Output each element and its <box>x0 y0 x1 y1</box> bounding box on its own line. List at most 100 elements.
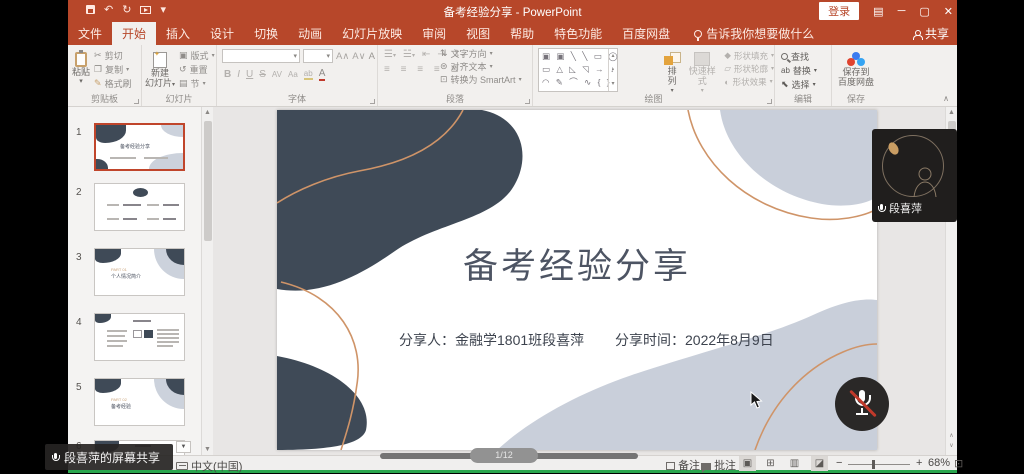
zoom-in-button[interactable]: + <box>916 457 922 469</box>
shape-fill-button[interactable]: ◆形状填充▾ <box>724 49 774 62</box>
zoom-slider-thumb[interactable] <box>872 460 875 469</box>
login-button[interactable]: 登录 <box>819 2 859 20</box>
group-label-clipboard: 剪贴板 <box>68 92 141 105</box>
save-to-baidu-button[interactable]: 保存到 百度网盘 <box>832 48 880 87</box>
screen-share-label: 段喜萍的屏幕共享 <box>64 449 160 466</box>
clipboard-dialog-launcher[interactable] <box>134 99 139 104</box>
minimize-button[interactable]: ─ <box>898 5 906 17</box>
tab-design[interactable]: 设计 <box>200 22 244 45</box>
tab-help[interactable]: 帮助 <box>500 22 544 45</box>
slide-sorter-view-button[interactable]: ⊞ <box>762 456 779 471</box>
shrink-font-button[interactable]: A∨ <box>352 51 365 62</box>
bullets-button[interactable]: ☰▾ <box>384 49 396 60</box>
participant-video-tile[interactable]: 段喜萍 <box>872 129 957 222</box>
slide-progress-indicator[interactable]: 1/12 <box>470 448 538 463</box>
font-color-button[interactable]: A <box>319 68 326 81</box>
numbering-button[interactable]: ☱▾ <box>403 49 415 60</box>
mute-toggle-button[interactable] <box>835 377 889 431</box>
close-button[interactable]: ✕ <box>944 5 953 18</box>
ribbon-display-options-icon[interactable]: ▤ <box>873 5 883 18</box>
find-button[interactable]: 查找 <box>781 49 831 63</box>
tab-baidu-netdisk[interactable]: 百度网盘 <box>612 22 680 45</box>
powerpoint-window: ↶ ↻ ▾ 备考经验分享 - PowerPoint 登录 ▤ ─ ▢ ✕ 文件 … <box>68 0 957 473</box>
slide-title: 备考经验分享 <box>277 238 877 289</box>
font-name-combo[interactable]: ▾ <box>222 49 300 63</box>
slide-canvas[interactable]: 备考经验分享 分享人：金融学1801班段喜萍 分享时间：2022年8月9日 <box>277 110 877 450</box>
select-button[interactable]: ⬉选择▾ <box>781 77 831 91</box>
slide-thumbnail-1[interactable]: 备考经验分享 <box>94 123 185 171</box>
slide-thumbnail-5[interactable]: PART 02 备考经验 <box>94 378 185 426</box>
replace-button[interactable]: ab替换▾ <box>781 63 831 77</box>
normal-view-button[interactable]: ▣ <box>739 456 756 471</box>
tab-review[interactable]: 审阅 <box>412 22 456 45</box>
comments-icon <box>701 463 711 470</box>
person-silhouette-icon <box>912 165 938 197</box>
restore-button[interactable]: ▢ <box>919 5 929 18</box>
tab-view[interactable]: 视图 <box>456 22 500 45</box>
underline-button[interactable]: U <box>246 69 253 80</box>
thumbnail-scrollbar[interactable]: ▲ ▼ <box>201 107 213 455</box>
shape-gallery-scrollbar[interactable]: ▴▪▾ <box>608 49 617 91</box>
clear-formatting-button[interactable]: A <box>369 51 375 62</box>
group-label-save: 保存 <box>832 92 880 105</box>
language-indicator[interactable]: 中文(中国) <box>176 458 242 474</box>
new-slide-button[interactable]: 新建 幻灯片▾ <box>145 48 175 90</box>
outdent-button[interactable]: ⇤ <box>422 49 430 60</box>
strikethrough-button[interactable]: S <box>259 69 266 80</box>
collapse-ribbon-button[interactable]: ∧ <box>943 94 949 103</box>
group-editing: 查找 ab替换▾ ⬉选择▾ 编辑 <box>775 45 832 106</box>
drawing-dialog-launcher[interactable] <box>767 99 772 104</box>
shape-outline-button[interactable]: ▱形状轮廓▾ <box>724 62 774 75</box>
status-dropdown-arrow[interactable]: ▼ <box>176 441 191 453</box>
paste-button[interactable]: 粘贴▾ <box>72 48 90 90</box>
zoom-slider[interactable] <box>848 464 910 465</box>
text-direction-button[interactable]: ⇅文字方向▾ <box>440 47 522 60</box>
group-slides: 新建 幻灯片▾ ▣版式▾ ↺重置 ▤节▾ 幻灯片 <box>142 45 217 106</box>
layout-button[interactable]: ▣版式▾ <box>179 48 215 62</box>
quick-styles-button[interactable]: 快速样式▾ <box>686 48 718 96</box>
char-spacing-button[interactable]: AV <box>272 70 282 79</box>
group-label-drawing: 绘图 <box>533 92 774 105</box>
tab-slideshow[interactable]: 幻灯片放映 <box>332 22 412 45</box>
arrange-button[interactable]: 排列▾ <box>664 48 680 96</box>
tab-animations[interactable]: 动画 <box>288 22 332 45</box>
tell-me-box[interactable]: 告诉我你想要做什么 <box>694 22 814 45</box>
thumb-number: 2 <box>76 187 82 198</box>
font-dialog-launcher[interactable] <box>370 99 375 104</box>
tab-special-features[interactable]: 特色功能 <box>544 22 612 45</box>
slide-thumbnail-3[interactable]: PART 01 个人情况简介 <box>94 248 185 296</box>
fit-to-window-button[interactable]: ⊡ <box>954 457 963 470</box>
format-painter-button[interactable]: ✎格式刷 <box>94 76 132 90</box>
comments-toggle[interactable]: 批注 <box>701 457 736 473</box>
cut-button[interactable]: ✂剪切 <box>94 48 132 62</box>
slideshow-view-button[interactable]: ◪ <box>811 456 828 471</box>
italic-button[interactable]: I <box>237 69 240 80</box>
align-text-button[interactable]: ⊜对齐文本▾ <box>440 60 522 73</box>
slide-thumbnail-4[interactable] <box>94 313 185 361</box>
keyboard-icon <box>176 462 188 470</box>
section-button[interactable]: ▤节▾ <box>179 76 215 90</box>
share-button[interactable]: 共享 <box>913 22 949 45</box>
paragraph-dialog-launcher[interactable] <box>525 99 530 104</box>
notes-toggle[interactable]: 备注 <box>666 457 700 473</box>
bold-button[interactable]: B <box>224 69 231 80</box>
grow-font-button[interactable]: A∧ <box>336 51 349 62</box>
zoom-out-button[interactable]: − <box>836 457 842 469</box>
tab-home[interactable]: 开始 <box>112 22 156 45</box>
shape-gallery[interactable]: ▣ ▣ ╲ ╲ ▭ ◯ ▭ △ ◺ ◹ → ↓ ◠ ✎ ⌒ ∿ { } ▴▪▾ <box>538 48 618 92</box>
search-icon <box>781 53 788 60</box>
tab-transitions[interactable]: 切换 <box>244 22 288 45</box>
tab-insert[interactable]: 插入 <box>156 22 200 45</box>
text-highlight-button[interactable]: ab <box>304 69 313 80</box>
reading-view-button[interactable]: ▥ <box>786 456 803 471</box>
zoom-level[interactable]: 68% <box>928 457 950 469</box>
tab-file[interactable]: 文件 <box>68 22 112 45</box>
font-size-combo[interactable]: ▾ <box>303 49 333 63</box>
tell-me-icon <box>694 30 702 38</box>
shape-effects-button[interactable]: ◐形状效果▾ <box>724 75 774 88</box>
reset-button[interactable]: ↺重置 <box>179 62 215 76</box>
slide-thumbnail-2[interactable] <box>94 183 185 231</box>
smartart-button[interactable]: ⊡转换为 SmartArt▾ <box>440 73 522 86</box>
change-case-button[interactable]: Aa <box>288 70 298 79</box>
copy-button[interactable]: ❐复制▾ <box>94 62 132 76</box>
